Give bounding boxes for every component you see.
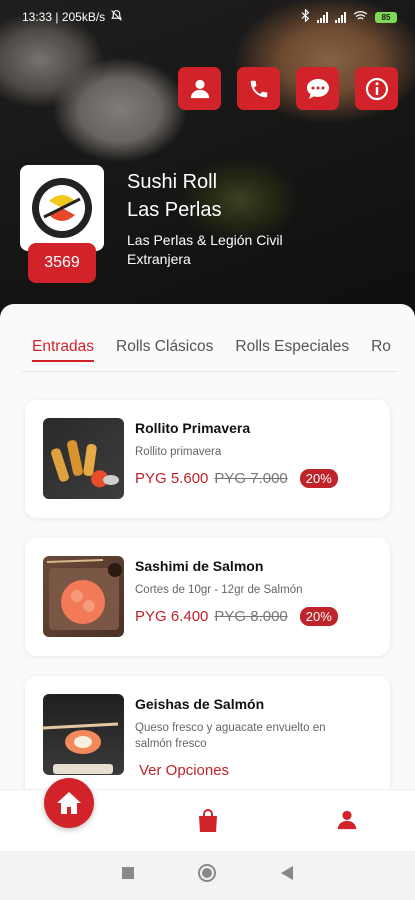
recent-apps-icon[interactable] bbox=[121, 866, 135, 885]
product-description: Queso fresco y aguacate envuelto en salm… bbox=[135, 722, 326, 750]
battery-icon: 85 bbox=[375, 11, 397, 23]
product-old-price: PYG 8.000 bbox=[214, 608, 288, 625]
store-address: Las Perlas & Legión Civil Extranjera bbox=[127, 232, 283, 267]
account-icon[interactable] bbox=[336, 809, 358, 836]
orders-icon[interactable] bbox=[197, 809, 219, 838]
product-description: Rollito primavera bbox=[135, 446, 222, 458]
product-name: Sashimi de Salmon bbox=[135, 558, 264, 574]
header-actions bbox=[178, 67, 398, 110]
menu-sheet: Entradas Rolls Clásicos Rolls Especiales… bbox=[0, 304, 415, 814]
signal-icon-2 bbox=[335, 11, 346, 23]
mute-icon bbox=[110, 9, 123, 25]
home-button[interactable] bbox=[44, 778, 94, 828]
product-description: Cortes de 10gr - 12gr de Salmón bbox=[135, 584, 303, 596]
product-image bbox=[43, 556, 124, 637]
product-name: Rollito Primavera bbox=[135, 420, 251, 436]
status-time: 13:33 | 205kB/s bbox=[22, 10, 106, 24]
product-price: PYG 5.600 bbox=[135, 470, 209, 487]
product-price: PYG 6.400 bbox=[135, 608, 209, 625]
chat-button[interactable] bbox=[296, 67, 339, 110]
store-count-badge: 3569 bbox=[28, 243, 96, 283]
home-icon bbox=[57, 792, 81, 814]
user-icon bbox=[190, 79, 209, 98]
bluetooth-icon bbox=[301, 8, 310, 25]
product-image bbox=[43, 418, 124, 499]
info-icon bbox=[365, 77, 388, 100]
home-system-icon[interactable] bbox=[197, 863, 217, 888]
product-prices: PYG 6.400 PYG 8.000 20% bbox=[135, 607, 338, 626]
wifi-icon bbox=[353, 10, 368, 25]
sushi-logo-icon bbox=[32, 178, 92, 238]
tabs-divider bbox=[22, 371, 397, 372]
phone-icon bbox=[250, 80, 267, 97]
info-button[interactable] bbox=[355, 67, 398, 110]
product-card[interactable]: Sashimi de Salmon Cortes de 10gr - 12gr … bbox=[25, 538, 390, 656]
discount-badge: 20% bbox=[299, 607, 338, 626]
store-logo bbox=[20, 165, 104, 251]
product-card[interactable]: Rollito Primavera Rollito primavera PYG … bbox=[25, 400, 390, 518]
product-old-price: PYG 7.000 bbox=[214, 470, 288, 487]
tab-rolls-clasicos[interactable]: Rolls Clásicos bbox=[116, 338, 213, 356]
tab-rolls-especiales[interactable]: Rolls Especiales bbox=[235, 338, 349, 356]
product-prices: PYG 5.600 PYG 7.000 20% bbox=[135, 469, 338, 488]
tab-entradas[interactable]: Entradas bbox=[32, 338, 95, 362]
view-options-link[interactable]: Ver Opciones bbox=[139, 762, 229, 779]
discount-badge: 20% bbox=[299, 469, 338, 488]
store-name: Sushi Roll Las Perlas bbox=[127, 171, 222, 221]
status-bar: 13:33 | 205kB/s 85 bbox=[0, 0, 415, 34]
system-navigation-bar bbox=[0, 851, 415, 900]
signal-icon bbox=[317, 11, 328, 23]
product-image bbox=[43, 694, 124, 775]
back-icon[interactable] bbox=[280, 865, 294, 886]
tab-more[interactable]: Ro bbox=[371, 338, 391, 356]
product-name: Geishas de Salmón bbox=[135, 696, 265, 712]
call-button[interactable] bbox=[237, 67, 280, 110]
profile-button[interactable] bbox=[178, 67, 221, 110]
category-tabs: Entradas Rolls Clásicos Rolls Especiales… bbox=[32, 338, 391, 362]
chat-icon bbox=[306, 78, 329, 99]
